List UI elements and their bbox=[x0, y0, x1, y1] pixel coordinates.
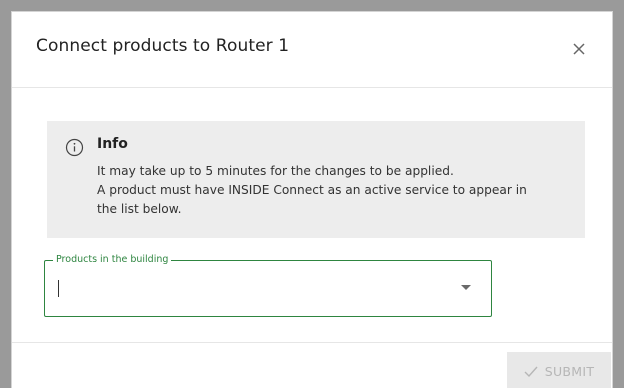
products-select-field[interactable]: Products in the building bbox=[44, 254, 492, 317]
products-field-label: Products in the building bbox=[53, 254, 172, 266]
info-line: the list below. bbox=[97, 202, 182, 216]
info-line: It may take up to 5 minutes for the chan… bbox=[97, 164, 454, 178]
dropdown-arrow-icon[interactable] bbox=[461, 285, 471, 291]
close-icon bbox=[568, 38, 590, 60]
dialog-footer: SUBMIT bbox=[12, 342, 612, 388]
dialog-header: Connect products to Router 1 bbox=[12, 12, 612, 88]
dialog-title: Connect products to Router 1 bbox=[36, 36, 290, 56]
close-button[interactable] bbox=[568, 38, 590, 60]
info-panel: Info It may take up to 5 minutes for the… bbox=[47, 121, 585, 238]
info-circle-icon bbox=[65, 138, 84, 157]
info-text: It may take up to 5 minutes for the chan… bbox=[97, 162, 577, 219]
connect-products-dialog: Connect products to Router 1 Info It may… bbox=[11, 11, 613, 388]
submit-button[interactable]: SUBMIT bbox=[507, 352, 611, 388]
text-cursor bbox=[58, 280, 59, 297]
info-title: Info bbox=[97, 136, 128, 152]
submit-label: SUBMIT bbox=[544, 363, 595, 379]
products-input[interactable] bbox=[63, 277, 443, 299]
info-line: A product must have INSIDE Connect as an… bbox=[97, 183, 527, 197]
checkmark-icon bbox=[524, 366, 538, 377]
